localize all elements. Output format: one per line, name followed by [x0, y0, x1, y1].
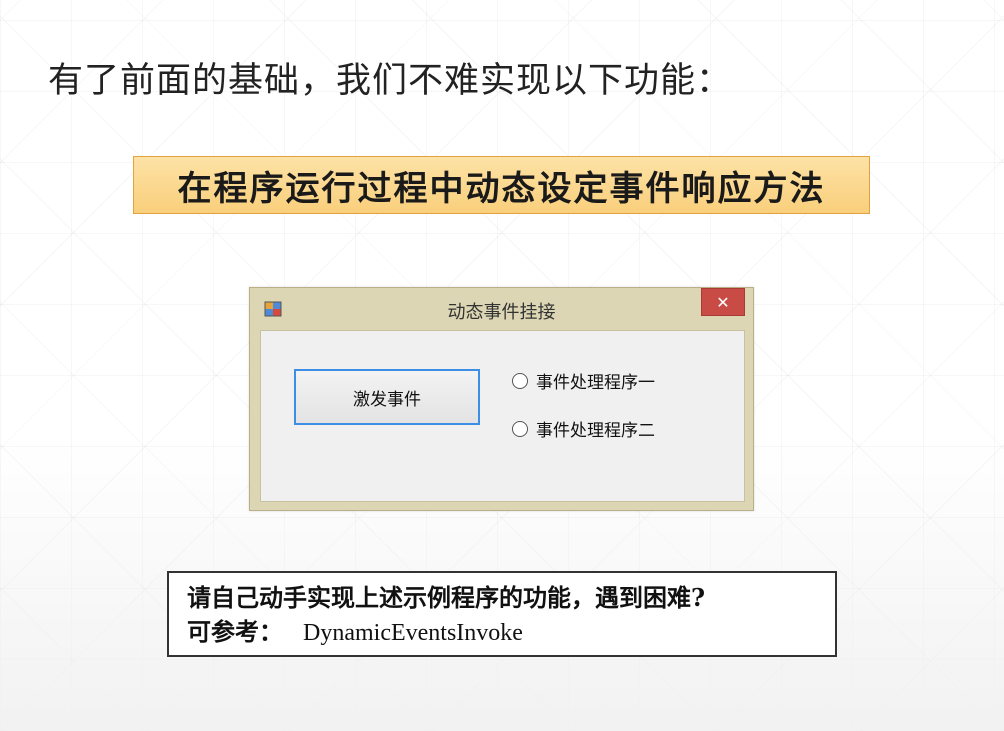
highlight-banner: 在程序运行过程中动态设定事件响应方法 [133, 156, 870, 214]
window-titlebar[interactable]: 动态事件挂接 ✕ [250, 288, 753, 330]
radio-label: 事件处理程序二 [536, 421, 655, 441]
radio-label: 事件处理程序一 [536, 373, 655, 393]
fire-event-button[interactable]: 激发事件 [294, 369, 480, 425]
note-box: 请自己动手实现上述示例程序的功能，遇到困难? 可参考： DynamicEvents… [167, 571, 837, 657]
dialog-window: 动态事件挂接 ✕ 激发事件 事件处理程序一 事件处理程序二 [249, 287, 754, 511]
slide-title: 有了前面的基础，我们不难实现以下功能： [48, 61, 733, 101]
radio-circle[interactable] [512, 372, 528, 389]
window-title: 动态事件挂接 [447, 302, 556, 323]
note-reference: 可参考： DynamicEventsInvoke [187, 615, 835, 650]
radio-handler-two[interactable]: 事件处理程序二 [512, 416, 655, 441]
close-icon: ✕ [716, 292, 730, 312]
reference-label: 可参考： [187, 617, 283, 646]
close-button[interactable]: ✕ [701, 288, 745, 316]
window-client-area: 激发事件 事件处理程序一 事件处理程序二 [260, 330, 745, 502]
radio-handler-one[interactable]: 事件处理程序一 [512, 368, 655, 393]
reference-name: DynamicEventsInvoke [303, 620, 523, 646]
radio-circle[interactable] [512, 420, 528, 437]
highlight-text: 在程序运行过程中动态设定事件响应方法 [177, 168, 826, 209]
note-instruction: 请自己动手实现上述示例程序的功能，遇到困难? [187, 583, 706, 612]
